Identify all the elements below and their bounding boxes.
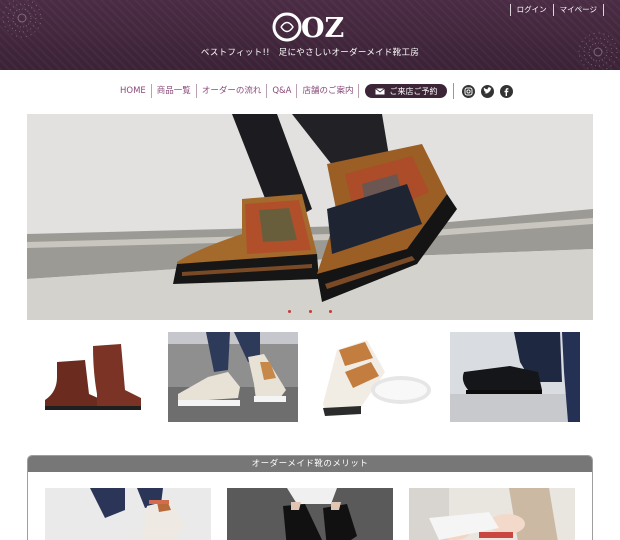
merit-image-walking bbox=[45, 488, 211, 540]
instagram-icon[interactable] bbox=[462, 84, 476, 98]
nav-home[interactable]: HOME bbox=[117, 84, 152, 98]
slider-dots bbox=[27, 298, 593, 317]
hero-boots-image bbox=[27, 114, 593, 320]
twitter-icon[interactable] bbox=[481, 84, 495, 98]
black-dress-shoe-image bbox=[450, 332, 580, 422]
merit-section: オーダーメイド靴のメリット bbox=[27, 455, 593, 540]
flower-ornament-icon bbox=[2, 0, 42, 38]
svg-text:OZ: OZ bbox=[301, 13, 344, 44]
site-header: ログイン マイページ OZ ベストフィット!! 足にやさしいオーダーメイド靴工房 bbox=[0, 0, 620, 70]
slider-dot[interactable] bbox=[308, 310, 312, 313]
platform-sneakers-image bbox=[168, 332, 298, 422]
product-thumb-black-dress-shoe[interactable] bbox=[450, 332, 580, 422]
slider-dot[interactable] bbox=[288, 310, 292, 313]
nav-order-flow[interactable]: オーダーの流れ bbox=[197, 84, 268, 98]
visit-reservation-label: ご来店ご予約 bbox=[389, 86, 438, 96]
nav-qa[interactable]: Q&A bbox=[267, 84, 298, 98]
main-nav: HOME 商品一覧 オーダーの流れ Q&A 店舗のご案内 ご来店ご予約 bbox=[0, 82, 620, 100]
slider-dot[interactable] bbox=[328, 310, 332, 313]
facebook-icon[interactable] bbox=[500, 84, 514, 98]
brown-boots-image bbox=[27, 332, 157, 422]
merit-title: オーダーメイド靴のメリット bbox=[28, 456, 592, 472]
site-tagline: ベストフィット!! 足にやさしいオーダーメイド靴工房 bbox=[200, 48, 420, 58]
tan-oxfords-image bbox=[309, 332, 439, 422]
walking-legs-image bbox=[45, 488, 211, 540]
nav-products[interactable]: 商品一覧 bbox=[152, 84, 197, 98]
hero-slider[interactable] bbox=[27, 114, 593, 320]
oz-logo[interactable]: OZ bbox=[270, 10, 350, 44]
merit-image-heels bbox=[227, 488, 393, 540]
social-links bbox=[462, 84, 514, 98]
login-link[interactable]: ログイン bbox=[509, 4, 553, 16]
mypage-link[interactable]: マイページ bbox=[552, 4, 604, 16]
nav-divider bbox=[453, 83, 455, 99]
shoe-crafting-image bbox=[409, 488, 575, 540]
product-thumb-tan-oxfords[interactable] bbox=[309, 332, 439, 422]
mail-icon bbox=[375, 87, 386, 94]
merit-image-crafting bbox=[409, 488, 575, 540]
flower-ornament-icon bbox=[578, 32, 618, 70]
visit-reservation-button[interactable]: ご来店ご予約 bbox=[365, 84, 448, 98]
product-thumb-platform-sneakers[interactable] bbox=[168, 332, 298, 422]
account-links: ログイン マイページ bbox=[509, 4, 604, 16]
nav-store-info[interactable]: 店舗のご案内 bbox=[297, 84, 360, 98]
black-heels-image bbox=[227, 488, 393, 540]
product-thumb-brown-boots[interactable] bbox=[27, 332, 157, 422]
